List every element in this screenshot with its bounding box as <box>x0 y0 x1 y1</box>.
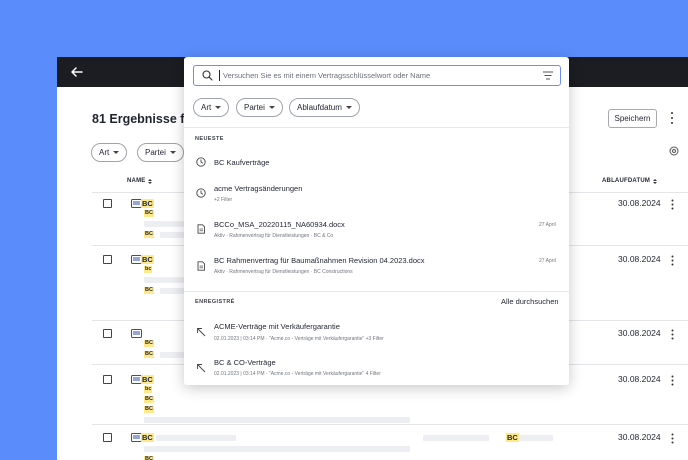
highlight-match: BC <box>141 255 154 264</box>
text-cursor <box>219 70 220 81</box>
clock-icon <box>196 157 206 167</box>
placeholder-bar <box>144 417 410 423</box>
document-icon <box>197 224 205 234</box>
saved-search-title: BC & CO-Verträge <box>214 358 276 367</box>
row-checkbox[interactable] <box>103 375 112 384</box>
filter-chip-label: Art <box>99 148 110 157</box>
placeholder-bar <box>144 446 410 452</box>
highlight-match: BC <box>141 433 154 442</box>
search-input[interactable] <box>223 68 523 83</box>
recent-item-subtitle: Aktiv · Rahmenvertrag für Dienstleistung… <box>214 269 353 275</box>
chip-label: Partei <box>244 103 265 112</box>
highlight-match: BC <box>141 375 154 384</box>
recent-item-date: 27 April <box>539 222 556 228</box>
filter-chip-label: Partei <box>145 148 166 157</box>
save-button[interactable]: Speichern <box>608 109 657 128</box>
recent-item-title: acme Vertragsänderungen <box>214 184 303 193</box>
more-vertical-icon[interactable] <box>671 375 674 386</box>
arrow-up-left-icon <box>197 328 206 337</box>
sort-icon <box>653 178 658 184</box>
filter-chip-art[interactable]: Art <box>91 143 128 162</box>
highlight-match: BC <box>144 210 154 217</box>
filter-lines-icon[interactable] <box>543 71 553 80</box>
highlight-match: BC <box>144 340 154 347</box>
recent-item-subtitle: +2 Filter <box>214 197 233 203</box>
search-chip-art[interactable]: Art <box>193 98 230 117</box>
highlight-match: bc <box>144 266 153 273</box>
document-icon <box>197 261 205 271</box>
sort-icon <box>148 178 153 184</box>
highlight-match: BC <box>506 433 519 442</box>
recent-item-title: BC Kaufverträge <box>214 158 270 167</box>
saved-search-title: ACME-Verträge mit Verkäufergarantie <box>214 322 340 331</box>
more-vertical-icon[interactable] <box>671 433 674 444</box>
search-box[interactable] <box>193 65 561 86</box>
row-checkbox[interactable] <box>103 433 112 442</box>
filter-chip-partei[interactable]: Partei <box>137 143 184 162</box>
highlight-match: BC <box>144 406 154 413</box>
gear-icon[interactable] <box>668 145 680 157</box>
section-label-saved: ENREGISTRÉ <box>195 299 235 305</box>
row-checkbox[interactable] <box>103 199 112 208</box>
recent-item-title: BC Rahmenvertrag für Baumaßnahmen Revisi… <box>214 256 425 265</box>
search-chip-expiry[interactable]: Ablaufdatum <box>289 98 360 117</box>
column-header-name[interactable]: NAME <box>127 178 153 184</box>
highlight-match: BC <box>144 396 154 403</box>
chip-label: Ablaufdatum <box>297 103 342 112</box>
search-dropdown: Art Partei Ablaufdatum NEUESTE BC Kaufve… <box>184 57 569 385</box>
recent-item-date: 27 April <box>539 258 556 264</box>
column-header-expiry[interactable]: ABLAUFDATUM <box>602 178 658 184</box>
highlight-match: BC <box>144 231 154 238</box>
clock-icon <box>196 188 206 198</box>
placeholder-bar <box>519 435 553 441</box>
chevron-down-icon <box>215 106 222 109</box>
saved-search-subtitle: 02.01.2023 | 03:14 PM · "Acme.co - Vertr… <box>214 371 381 377</box>
expiry-date: 30.08.2024 <box>618 328 661 338</box>
more-vertical-icon[interactable] <box>669 111 675 125</box>
highlight-match: bc <box>144 386 153 393</box>
highlight-match: BC <box>144 456 154 460</box>
highlight-match: BC <box>141 199 154 208</box>
saved-search-subtitle: 02.01.2023 | 03:14 PM · "Acme.co - Vertr… <box>214 336 384 342</box>
more-vertical-icon[interactable] <box>671 199 674 210</box>
arrow-up-left-icon <box>197 364 206 373</box>
expiry-date: 30.08.2024 <box>618 374 661 384</box>
chevron-down-icon <box>169 151 176 154</box>
search-all-link[interactable]: Alle durchsuchen <box>501 297 559 306</box>
divider <box>184 127 569 128</box>
divider <box>184 291 569 292</box>
highlight-match: BC <box>144 351 154 358</box>
placeholder-bar <box>423 435 489 441</box>
recent-item-title: BCCo_MSA_20220115_NA60934.docx <box>214 220 345 229</box>
highlight-match: BC <box>144 287 154 294</box>
chevron-down-icon <box>268 106 275 109</box>
expiry-date: 30.08.2024 <box>618 254 661 264</box>
divider <box>92 424 688 425</box>
placeholder-bar <box>156 435 236 441</box>
search-chip-partei[interactable]: Partei <box>236 98 283 117</box>
more-vertical-icon[interactable] <box>671 255 674 266</box>
row-checkbox[interactable] <box>103 329 112 338</box>
expiry-date: 30.08.2024 <box>618 432 661 442</box>
search-icon <box>202 70 213 81</box>
section-label-recent: NEUESTE <box>195 136 224 142</box>
more-vertical-icon[interactable] <box>671 329 674 340</box>
back-arrow-icon[interactable] <box>69 64 85 80</box>
chevron-down-icon <box>113 151 120 154</box>
chip-label: Art <box>201 103 212 112</box>
contract-icon <box>131 329 142 338</box>
row-checkbox[interactable] <box>103 255 112 264</box>
recent-item-subtitle: Aktiv · Rahmenvertrag für Dienstleistung… <box>214 233 334 239</box>
expiry-date: 30.08.2024 <box>618 198 661 208</box>
chevron-down-icon <box>345 106 352 109</box>
